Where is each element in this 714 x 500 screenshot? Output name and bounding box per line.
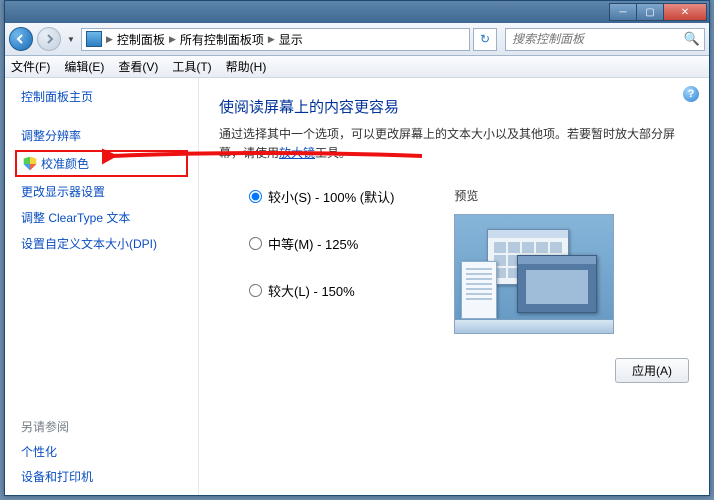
control-panel-window: ─ ▢ ✕ ▼ ▶ 控制面板 ▶ 所有控制面板项 ▶ 显示 ↻ 🔍 文件(F) … — [4, 0, 710, 496]
radio-large[interactable]: 较大(L) - 150% — [249, 281, 394, 300]
menu-bar: 文件(F) 编辑(E) 查看(V) 工具(T) 帮助(H) — [5, 56, 709, 78]
refresh-button[interactable]: ↻ — [473, 28, 497, 51]
sidebar-see-also: 另请参阅 个性化 设备和打印机 — [21, 418, 93, 485]
window-titlebar: ─ ▢ ✕ — [5, 1, 709, 23]
preview-label: 预览 — [434, 187, 689, 204]
breadcrumb[interactable]: ▶ 控制面板 ▶ 所有控制面板项 ▶ 显示 — [81, 28, 470, 51]
preview-window-2 — [517, 255, 597, 313]
radio-small-label: 较小(S) - 100% (默认) — [268, 187, 394, 206]
radio-large-label: 较大(L) - 150% — [268, 281, 355, 300]
preview-image — [454, 214, 614, 334]
chevron-right-icon: ▶ — [167, 34, 178, 45]
page-description: 通过选择其中一个选项，可以更改屏幕上的文本大小以及其他项。若要暂时放大部分屏幕，… — [219, 125, 689, 163]
close-button[interactable]: ✕ — [663, 3, 707, 21]
menu-view[interactable]: 查看(V) — [118, 58, 158, 75]
radio-small-input[interactable] — [249, 190, 262, 203]
back-button[interactable] — [9, 27, 33, 51]
breadcrumb-leaf[interactable]: 显示 — [279, 31, 303, 48]
radio-large-input[interactable] — [249, 284, 262, 297]
sidebar-item-custom-dpi[interactable]: 设置自定义文本大小(DPI) — [21, 235, 182, 252]
apply-button[interactable]: 应用(A) — [615, 358, 689, 383]
control-panel-icon — [86, 31, 102, 47]
sidebar-home[interactable]: 控制面板主页 — [21, 88, 182, 105]
sidebar-item-resolution[interactable]: 调整分辨率 — [21, 127, 182, 144]
sidebar-item-display-settings[interactable]: 更改显示器设置 — [21, 183, 182, 200]
preview-taskbar — [455, 319, 613, 333]
minimize-button[interactable]: ─ — [609, 3, 637, 21]
apply-row: 应用(A) — [219, 358, 689, 383]
menu-file[interactable]: 文件(F) — [11, 58, 50, 75]
content-area: 控制面板主页 调整分辨率 校准颜色 更改显示器设置 调整 ClearType 文… — [5, 78, 709, 495]
sidebar-item-cleartype[interactable]: 调整 ClearType 文本 — [21, 209, 182, 226]
radio-medium[interactable]: 中等(M) - 125% — [249, 234, 394, 253]
chevron-right-icon: ▶ — [266, 34, 277, 45]
search-icon: 🔍 — [684, 31, 700, 47]
main-panel: ? 使阅读屏幕上的内容更容易 通过选择其中一个选项，可以更改屏幕上的文本大小以及… — [199, 78, 709, 495]
breadcrumb-mid[interactable]: 所有控制面板项 — [180, 31, 264, 48]
help-icon[interactable]: ? — [683, 86, 699, 102]
magnifier-link[interactable]: 放大镜 — [279, 146, 315, 160]
shield-icon — [23, 157, 37, 171]
menu-help[interactable]: 帮助(H) — [226, 58, 267, 75]
search-input[interactable] — [510, 31, 684, 47]
sidebar-item-label: 校准颜色 — [41, 155, 89, 172]
page-title: 使阅读屏幕上的内容更容易 — [219, 96, 689, 117]
forward-button[interactable] — [37, 27, 61, 51]
radio-small[interactable]: 较小(S) - 100% (默认) — [249, 187, 394, 206]
see-also-devices-printers[interactable]: 设备和打印机 — [21, 468, 93, 485]
preview-start-menu — [461, 261, 497, 319]
scale-radio-group: 较小(S) - 100% (默认) 中等(M) - 125% 较大(L) - 1… — [219, 187, 394, 334]
menu-tools[interactable]: 工具(T) — [172, 58, 211, 75]
see-also-header: 另请参阅 — [21, 418, 93, 435]
options-row: 较小(S) - 100% (默认) 中等(M) - 125% 较大(L) - 1… — [219, 187, 689, 334]
maximize-button[interactable]: ▢ — [636, 3, 664, 21]
radio-medium-input[interactable] — [249, 237, 262, 250]
breadcrumb-root[interactable]: 控制面板 — [117, 31, 165, 48]
radio-medium-label: 中等(M) - 125% — [268, 234, 358, 253]
desc-text-post: 工具。 — [315, 146, 351, 160]
chevron-right-icon: ▶ — [104, 34, 115, 45]
history-dropdown-icon[interactable]: ▼ — [65, 27, 77, 51]
menu-edit[interactable]: 编辑(E) — [64, 58, 104, 75]
navigation-bar: ▼ ▶ 控制面板 ▶ 所有控制面板项 ▶ 显示 ↻ 🔍 — [5, 23, 709, 56]
sidebar-item-calibrate-color[interactable]: 校准颜色 — [15, 150, 188, 177]
sidebar: 控制面板主页 调整分辨率 校准颜色 更改显示器设置 调整 ClearType 文… — [5, 78, 199, 495]
search-box[interactable]: 🔍 — [505, 28, 705, 51]
see-also-personalization[interactable]: 个性化 — [21, 443, 93, 460]
preview-column: 预览 — [434, 187, 689, 334]
